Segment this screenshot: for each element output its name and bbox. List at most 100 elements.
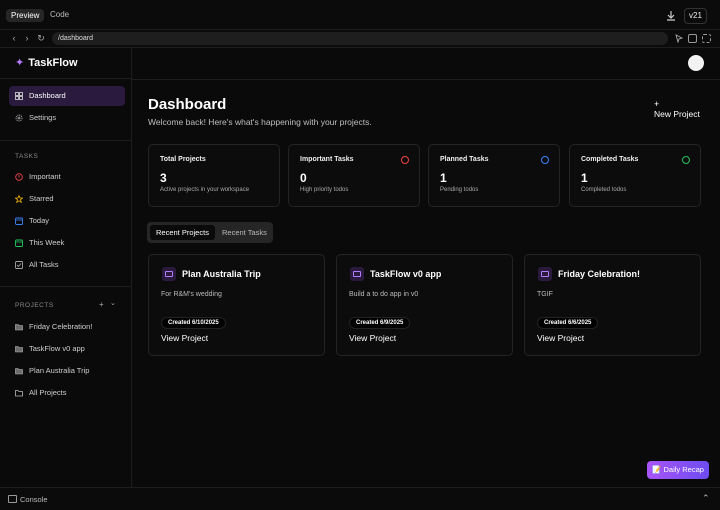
console-bar: Console ⌃ <box>0 487 720 510</box>
project-desc: For R&M's wedding <box>161 291 222 298</box>
back-icon[interactable]: ‹ <box>9 33 19 43</box>
stat-card-important-tasks: Important Tasks 0 High priority todos <box>288 144 420 207</box>
add-project-icon[interactable]: + <box>99 300 104 309</box>
copy-icon[interactable] <box>688 34 697 43</box>
top-bar: Preview Code v21 <box>0 0 720 30</box>
daily-recap-button[interactable]: 📝 Daily Recap <box>647 461 709 479</box>
sidebar-item-label: Today <box>29 216 50 225</box>
sidebar-item-project[interactable]: Plan Australia Trip <box>9 361 125 381</box>
project-desc: TGIF <box>537 291 553 298</box>
stat-desc: Active projects in your workspace <box>160 187 250 193</box>
page-title: Dashboard <box>148 96 227 113</box>
sidebar-item-label: Friday Celebration! <box>29 322 93 331</box>
tab-recent-projects[interactable]: Recent Projects <box>150 225 215 240</box>
checkbox-icon <box>15 261 23 269</box>
sidebar-item-starred[interactable]: Starred <box>9 189 125 209</box>
console-toggle[interactable]: Console <box>20 495 48 504</box>
folder-icon <box>15 324 23 331</box>
created-badge: Created 6/10/2025 <box>161 317 226 329</box>
sidebar-item-label: Starred <box>29 194 54 203</box>
stat-desc: Completed todos <box>581 187 627 193</box>
created-badge: Created 6/6/2025 <box>537 317 599 329</box>
chevron-down-icon[interactable]: ⌄ <box>110 299 116 307</box>
view-project-link[interactable]: View Project <box>537 333 584 343</box>
folder-icon <box>538 267 552 281</box>
app-logo: ✦ TaskFlow <box>15 56 78 69</box>
terminal-icon <box>8 495 17 503</box>
avatar[interactable] <box>688 55 704 71</box>
sidebar: ✦ TaskFlow Dashboard Settings TASKS Impor… <box>0 48 132 487</box>
calendar-icon <box>15 217 23 225</box>
folder-open-icon <box>15 390 23 397</box>
sidebar-item-dashboard[interactable]: Dashboard <box>9 86 125 106</box>
stat-card-total-projects: Total Projects 3 Active projects in your… <box>148 144 280 207</box>
alert-circle-icon <box>401 156 409 164</box>
tab-code[interactable]: Code <box>50 10 69 19</box>
stat-value: 0 <box>300 171 307 185</box>
stat-desc: High priority todos <box>300 187 349 193</box>
project-card[interactable]: Friday Celebration! TGIF Created 6/6/202… <box>524 254 701 356</box>
tab-recent-tasks[interactable]: Recent Tasks <box>216 225 273 240</box>
sidebar-item-label: All Projects <box>29 388 67 397</box>
sidebar-item-project[interactable]: TaskFlow v0 app <box>9 339 125 359</box>
clock-icon <box>541 156 549 164</box>
project-name: TaskFlow v0 app <box>370 269 442 279</box>
stat-value: 1 <box>440 171 447 185</box>
sidebar-item-label: Plan Australia Trip <box>29 366 90 375</box>
url-bar: ‹ › ↻ /dashboard <box>0 30 720 48</box>
sidebar-item-project[interactable]: Friday Celebration! <box>9 317 125 337</box>
divider <box>0 140 131 141</box>
sidebar-item-all-tasks[interactable]: All Tasks <box>9 255 125 275</box>
chevron-up-icon[interactable]: ⌃ <box>702 493 710 504</box>
project-desc: Build a to do app in v0 <box>349 291 419 298</box>
app-name: TaskFlow <box>28 57 78 69</box>
sidebar-item-this-week[interactable]: This Week <box>9 233 125 253</box>
download-icon[interactable] <box>665 10 677 22</box>
created-badge: Created 6/9/2025 <box>349 317 411 329</box>
forward-icon[interactable]: › <box>22 33 32 43</box>
divider <box>0 78 131 79</box>
sidebar-item-label: TaskFlow v0 app <box>29 344 85 353</box>
stat-label: Planned Tasks <box>440 156 489 163</box>
project-name: Plan Australia Trip <box>182 269 261 279</box>
sidebar-item-settings[interactable]: Settings <box>9 108 125 128</box>
project-name: Friday Celebration! <box>558 269 641 279</box>
divider <box>0 286 131 287</box>
folder-icon <box>15 346 23 353</box>
url-input[interactable]: /dashboard <box>52 32 668 45</box>
view-project-link[interactable]: View Project <box>349 333 396 343</box>
sidebar-item-important[interactable]: Important <box>9 167 125 187</box>
new-project-button[interactable]: + New Project <box>654 100 700 120</box>
stat-value: 3 <box>160 171 167 185</box>
stat-value: 1 <box>581 171 588 185</box>
sidebar-item-label: Dashboard <box>29 91 66 100</box>
stat-card-completed-tasks: Completed Tasks 1 Completed todos <box>569 144 701 207</box>
view-project-link[interactable]: View Project <box>161 333 208 343</box>
project-card[interactable]: TaskFlow v0 app Build a to do app in v0 … <box>336 254 513 356</box>
dashboard-tabs: Recent Projects Recent Tasks <box>147 222 273 243</box>
sidebar-item-label: All Tasks <box>29 260 59 269</box>
page-subtitle: Welcome back! Here's what's happening wi… <box>148 117 372 127</box>
sidebar-item-all-projects[interactable]: All Projects <box>9 383 125 403</box>
refresh-icon[interactable]: ↻ <box>36 33 46 43</box>
stat-desc: Pending todos <box>440 187 479 193</box>
new-project-label: New Project <box>654 109 700 119</box>
sidebar-item-label: Important <box>29 172 61 181</box>
folder-icon <box>15 368 23 375</box>
project-card[interactable]: Plan Australia Trip For R&M's wedding Cr… <box>148 254 325 356</box>
sidebar-item-label: Settings <box>29 113 57 122</box>
version-select[interactable]: v21 <box>684 8 707 24</box>
cursor-icon[interactable] <box>675 34 684 44</box>
divider <box>132 79 720 80</box>
stat-label: Completed Tasks <box>581 156 639 163</box>
folder-icon <box>162 267 176 281</box>
tab-preview[interactable]: Preview <box>6 9 45 22</box>
stat-label: Total Projects <box>160 156 206 163</box>
projects-heading: PROJECTS <box>15 302 54 309</box>
fullscreen-icon[interactable] <box>702 34 711 43</box>
sidebar-item-label: This Week <box>29 238 65 247</box>
tasks-heading: TASKS <box>15 153 39 160</box>
sparkle-icon: ✦ <box>15 57 25 69</box>
sidebar-item-today[interactable]: Today <box>9 211 125 231</box>
calendar-week-icon <box>15 239 23 247</box>
